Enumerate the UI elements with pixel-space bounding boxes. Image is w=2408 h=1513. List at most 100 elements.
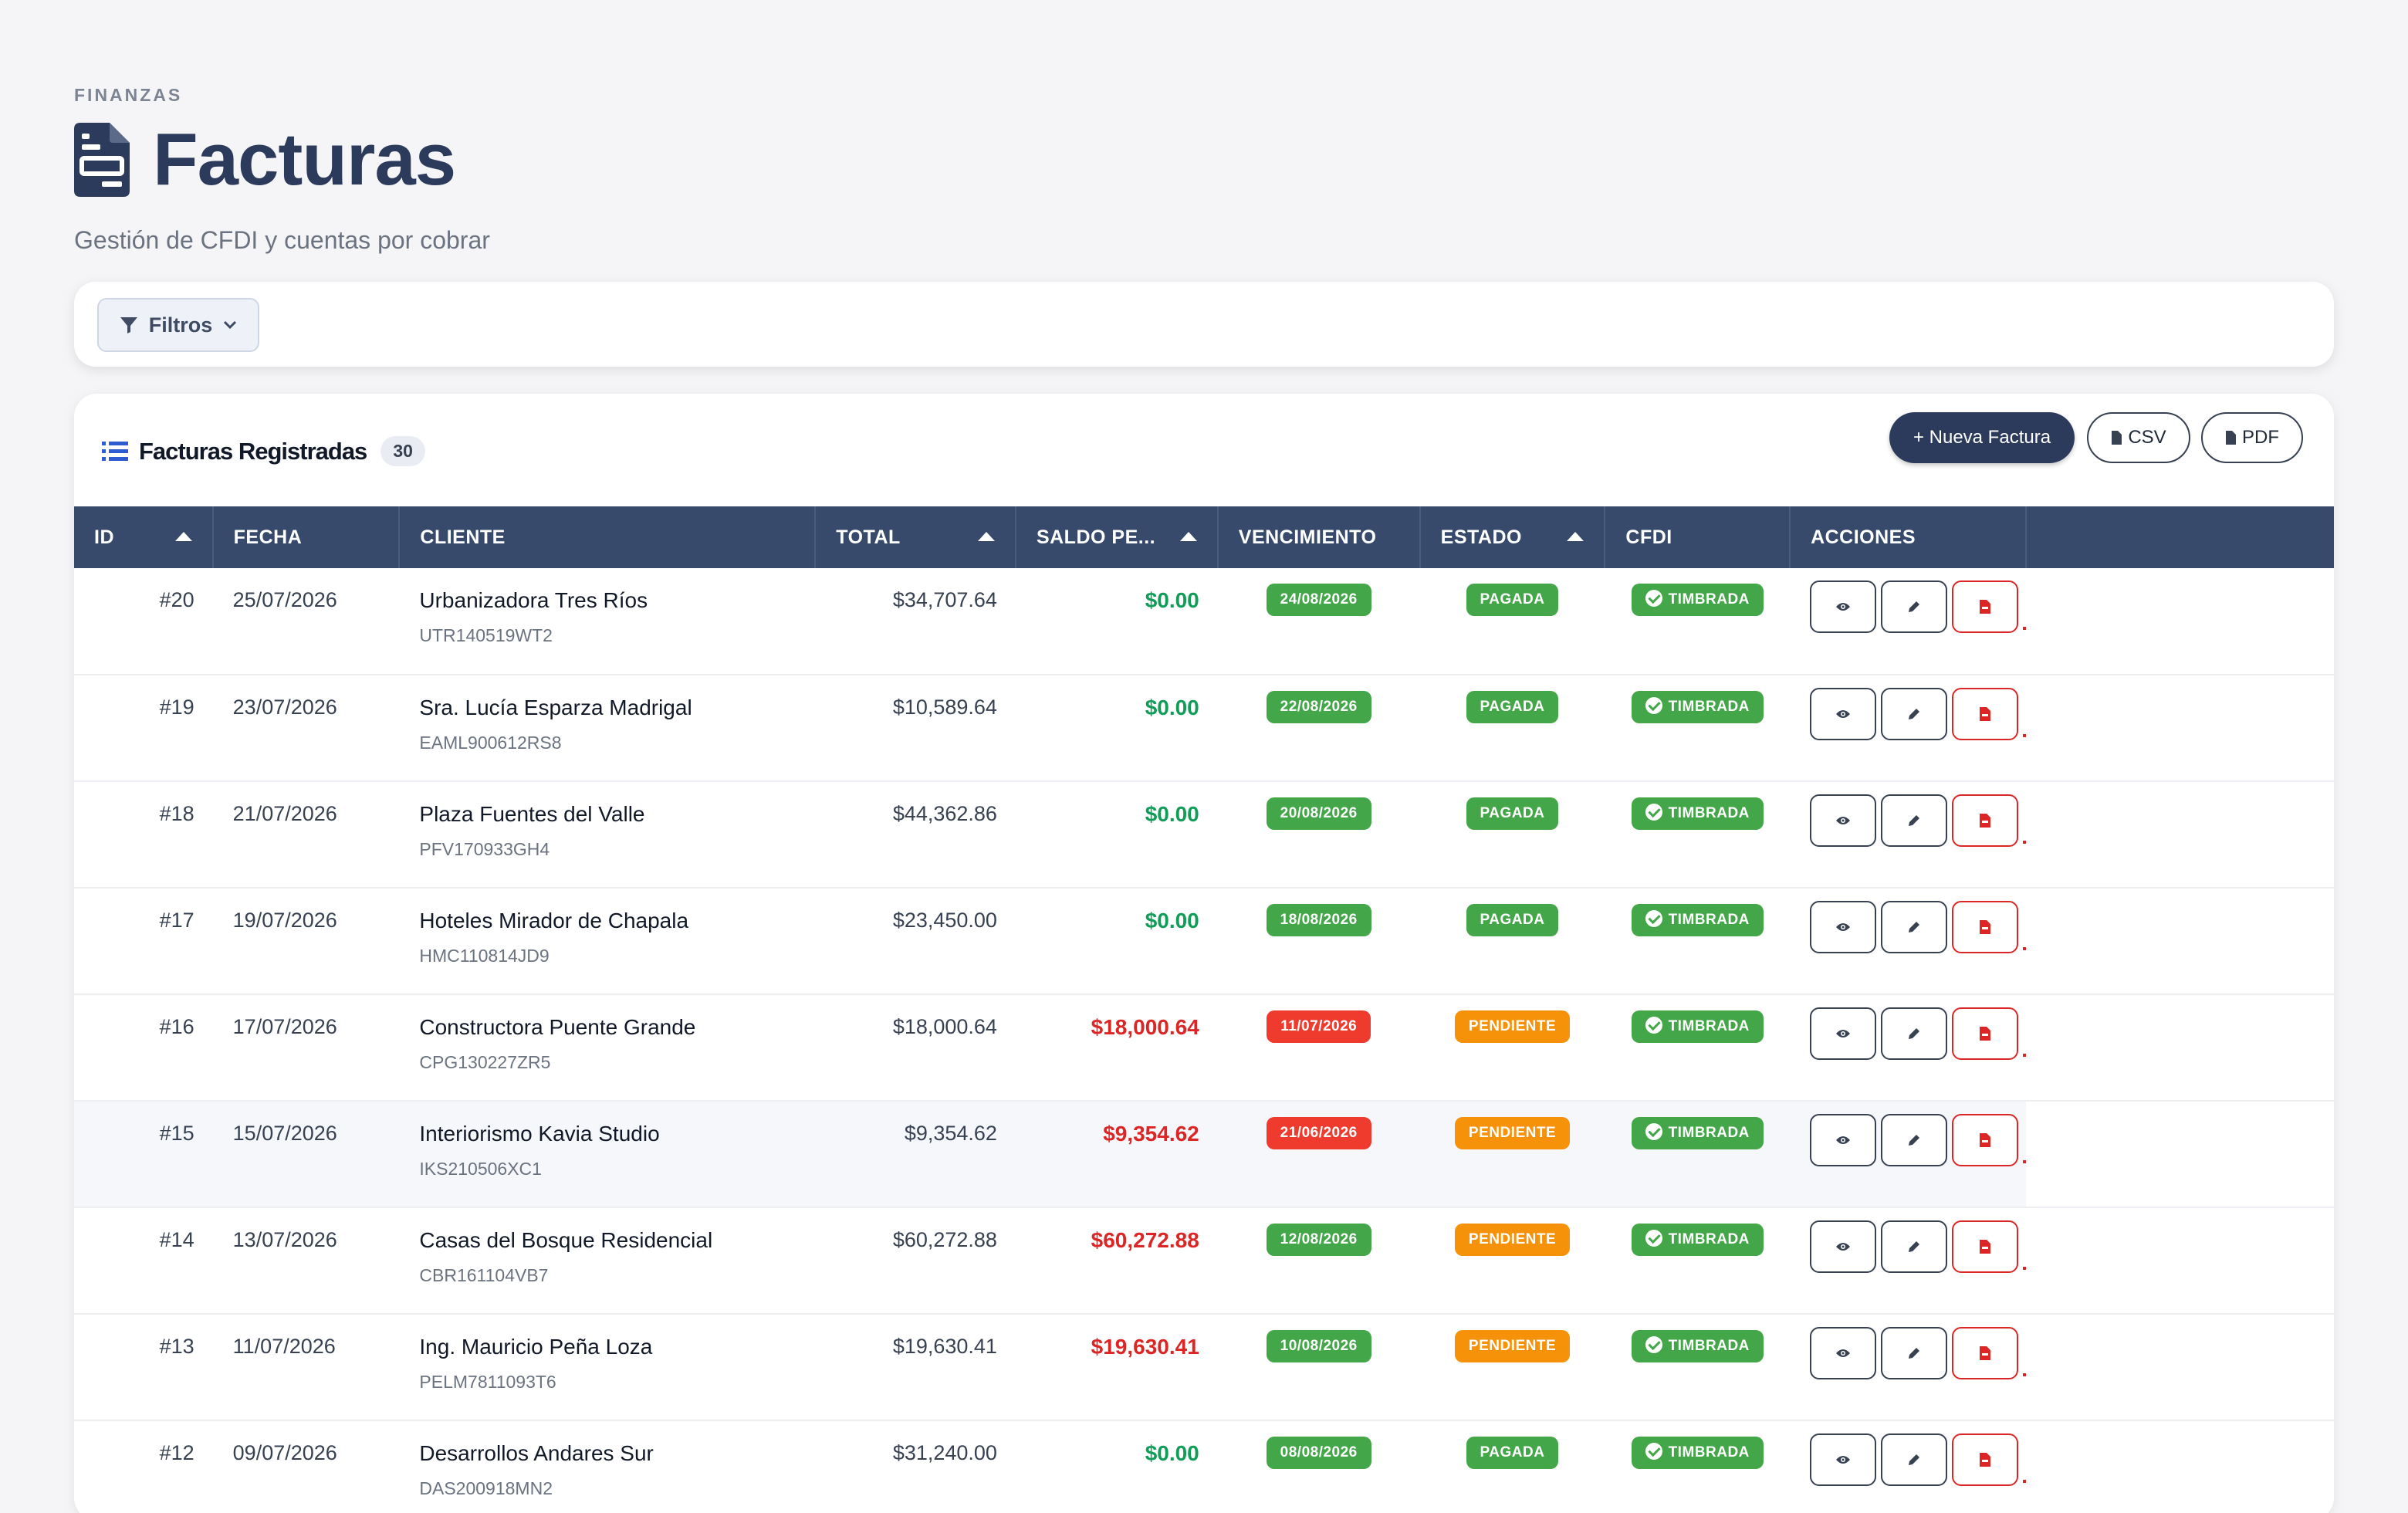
view-button[interactable]	[1810, 901, 1877, 953]
cell-id: #16	[159, 1015, 194, 1038]
cell-estado: PENDIENTE	[1420, 1314, 1605, 1420]
filters-label: Filtros	[148, 313, 213, 337]
column-header-cliente[interactable]: CLIENTE	[399, 506, 817, 568]
check-circle-icon	[1645, 1336, 1662, 1353]
cell-total: $31,240.00	[892, 1441, 997, 1464]
pencil-icon	[1909, 601, 1920, 612]
cell-estado: PAGADA	[1420, 568, 1605, 675]
cell-fecha: 13/07/2026	[232, 1228, 337, 1251]
view-button[interactable]	[1810, 1327, 1877, 1379]
view-button[interactable]	[1810, 1220, 1877, 1273]
table-row[interactable]: #16 17/07/2026 Constructora Puente Grand…	[74, 994, 2334, 1101]
cell-saldo: $0.00	[1145, 909, 1199, 933]
cell-total: $34,707.64	[892, 588, 997, 611]
table-row[interactable]: #18 21/07/2026 Plaza Fuentes del Valle P…	[74, 781, 2334, 888]
cell-cfdi: TIMBRADA	[1605, 994, 1790, 1101]
column-header-fecha[interactable]: FECHA	[212, 506, 401, 568]
pdf-button[interactable]	[1952, 1114, 2019, 1166]
new-invoice-button[interactable]: + Nueva Factura	[1889, 412, 2075, 463]
pdf-button[interactable]	[1952, 688, 2019, 740]
cell-vencimiento: 11/07/2026	[1218, 994, 1420, 1101]
sort-asc-icon[interactable]	[977, 532, 995, 541]
cell-cfdi: TIMBRADA	[1605, 1101, 1791, 1207]
edit-button[interactable]	[1881, 794, 1948, 847]
check-circle-icon	[1645, 590, 1662, 607]
cell-cliente: Desarrollos Andares Sur DAS200918MN2	[399, 1420, 815, 1513]
client-name: Plaza Fuentes del Valle	[419, 802, 645, 826]
cell-vencimiento: 20/08/2026	[1218, 781, 1420, 888]
pdf-file-icon	[1980, 920, 1991, 934]
client-name: Hoteles Mirador de Chapala	[419, 909, 689, 933]
view-button[interactable]	[1810, 580, 1877, 633]
sort-asc-icon[interactable]	[1567, 532, 1584, 541]
sort-asc-icon[interactable]	[174, 532, 192, 541]
pdf-file-icon	[1980, 1346, 1991, 1360]
cell-cliente: Sra. Lucía Esparza Madrigal EAML900612RS…	[399, 675, 815, 781]
overflow-dot	[2023, 841, 2027, 844]
column-header-total[interactable]: TOTAL	[815, 506, 1016, 568]
cell-saldo: $0.00	[1145, 696, 1199, 719]
pdf-button[interactable]	[1952, 901, 2019, 953]
page-title: Facturas	[153, 118, 456, 201]
client-rfc: DAS200918MN2	[419, 1478, 553, 1498]
edit-button[interactable]	[1881, 1327, 1948, 1379]
edit-button[interactable]	[1881, 1433, 1948, 1486]
cell-acciones	[1790, 1420, 2027, 1513]
pdf-button[interactable]	[1952, 1327, 2019, 1379]
count-badge: 30	[380, 436, 425, 466]
pdf-button[interactable]	[1952, 1220, 2019, 1273]
pdf-file-icon	[1980, 1133, 1991, 1147]
edit-button[interactable]	[1881, 1007, 1948, 1060]
edit-button[interactable]	[1881, 580, 1948, 633]
pdf-file-icon	[1980, 707, 1991, 721]
view-button[interactable]	[1810, 1433, 1877, 1486]
cell-vencimiento: 24/08/2026	[1218, 568, 1420, 675]
overflow-dot	[2023, 1373, 2027, 1376]
sort-asc-icon[interactable]	[1179, 532, 1197, 541]
table-row[interactable]: #12 09/07/2026 Desarrollos Andares Sur D…	[74, 1420, 2334, 1513]
table-row[interactable]: #15 15/07/2026 Interiorismo Kavia Studio…	[74, 1101, 2334, 1207]
view-button[interactable]	[1810, 794, 1877, 847]
pencil-icon	[1909, 1348, 1920, 1359]
table-row[interactable]: #19 23/07/2026 Sra. Lucía Esparza Madrig…	[74, 675, 2334, 781]
edit-button[interactable]	[1881, 901, 1948, 953]
pencil-icon	[1909, 1454, 1920, 1465]
edit-button[interactable]	[1881, 1220, 1948, 1273]
cell-saldo: $0.00	[1145, 802, 1199, 826]
edit-button[interactable]	[1881, 688, 1948, 740]
view-button[interactable]	[1810, 1007, 1877, 1060]
cell-total: $18,000.64	[892, 1015, 997, 1038]
table-row[interactable]: #14 13/07/2026 Casas del Bosque Residenc…	[74, 1207, 2334, 1314]
cell-total: $10,589.64	[892, 696, 997, 719]
column-header-vencimiento[interactable]: VENCIMIENTO	[1217, 506, 1421, 568]
filters-button[interactable]: Filtros	[97, 298, 259, 352]
cell-fecha: 15/07/2026	[212, 1101, 400, 1207]
column-header-id[interactable]: ID	[74, 506, 214, 568]
eye-icon	[1836, 1136, 1851, 1144]
cell-cliente: Ing. Mauricio Peña Loza PELM7811093T6	[399, 1314, 815, 1420]
view-button[interactable]	[1810, 1114, 1877, 1166]
edit-button[interactable]	[1881, 1114, 1948, 1166]
cell-saldo: $18,000.64	[1091, 1015, 1199, 1039]
table-row[interactable]: #20 25/07/2026 Urbanizadora Tres Ríos UT…	[74, 568, 2334, 675]
pdf-button[interactable]	[1952, 1433, 2019, 1486]
view-button[interactable]	[1810, 688, 1877, 740]
overflow-dot	[2023, 734, 2027, 737]
export-csv-button[interactable]: CSV	[2087, 412, 2190, 463]
cell-estado: PAGADA	[1420, 888, 1605, 994]
table-row[interactable]: #17 19/07/2026 Hoteles Mirador de Chapal…	[74, 888, 2334, 994]
cell-spacer	[2026, 888, 2334, 994]
pencil-icon	[1909, 1028, 1920, 1039]
column-header-estado[interactable]: ESTADO	[1419, 506, 1606, 568]
pdf-button[interactable]	[1952, 1007, 2019, 1060]
section-eyebrow: FINANZAS	[74, 85, 183, 105]
overflow-dot	[2023, 627, 2027, 630]
column-header-cfdi[interactable]: CFDI	[1605, 506, 1791, 568]
column-header-saldo[interactable]: SALDO PE...	[1015, 506, 1219, 568]
pdf-button[interactable]	[1952, 794, 2019, 847]
export-pdf-button[interactable]: PDF	[2201, 412, 2303, 463]
cell-total: $23,450.00	[892, 909, 997, 932]
pdf-button[interactable]	[1952, 580, 2019, 633]
table-row[interactable]: #13 11/07/2026 Ing. Mauricio Peña Loza P…	[74, 1314, 2334, 1420]
cell-estado: PAGADA	[1420, 1420, 1605, 1513]
